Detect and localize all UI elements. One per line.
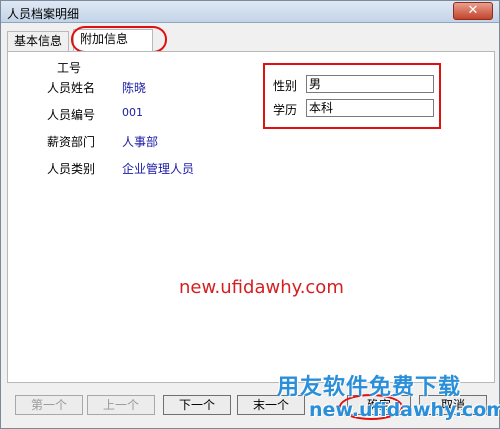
gender-input[interactable]: 男 [306,75,434,93]
department-label: 薪资部门 [47,135,96,149]
brand-watermark-title: 用友软件免费下载 [277,375,462,400]
first-button[interactable]: 第一个 [15,395,83,415]
name-label: 人员姓名 [47,81,96,95]
number-value: 001 [122,106,143,119]
close-button[interactable]: ✕ [453,2,493,20]
number-label: 人员编号 [47,108,96,122]
prev-button[interactable]: 上一个 [87,395,155,415]
tab-basic-info[interactable]: 基本信息 [7,31,69,51]
category-value: 企业管理人员 [122,162,195,176]
education-input[interactable]: 本科 [306,99,434,117]
next-button[interactable]: 下一个 [163,395,231,415]
category-label: 人员类别 [47,162,96,176]
highlight-box-extra-fields [263,63,441,129]
employee-detail-window: 人员档案明细 ✕ 基本信息 附加信息 工号 人员姓名 陈晓 人员编号 001 薪… [0,0,500,429]
title-bar: 人员档案明细 ✕ [1,1,499,23]
department-value: 人事部 [122,135,159,149]
gender-label: 性别 [273,79,298,93]
watermark-url: new.ufidawhy.com [179,277,344,298]
education-label: 学历 [273,103,298,117]
window-title: 人员档案明细 [7,7,80,21]
brand-watermark-url: new.ufidawhy.com [309,399,500,421]
tab-strip: 基本信息 附加信息 [7,26,495,53]
employee-id-label: 工号 [57,61,82,75]
name-value: 陈晓 [122,81,147,95]
tab-additional-info[interactable]: 附加信息 [73,29,153,51]
